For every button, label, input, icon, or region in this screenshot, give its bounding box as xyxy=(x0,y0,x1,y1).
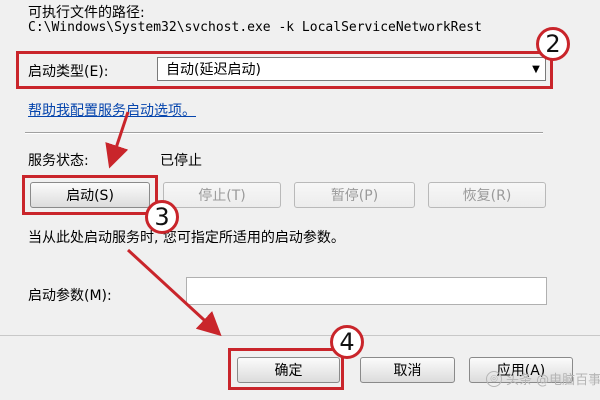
arrow-to-status xyxy=(105,111,130,169)
arrow-to-ok xyxy=(126,248,222,337)
annotation-arrows xyxy=(105,111,222,337)
watermark: ◎ 头条 @电脑百事 xyxy=(486,369,600,388)
watermark-logo-icon: ◎ xyxy=(486,370,502,387)
step-marker-4: 4 xyxy=(330,325,364,359)
watermark-text: 头条 @电脑百事 xyxy=(506,373,600,388)
step-marker-3: 3 xyxy=(145,200,179,234)
step-marker-2: 2 xyxy=(536,27,570,61)
